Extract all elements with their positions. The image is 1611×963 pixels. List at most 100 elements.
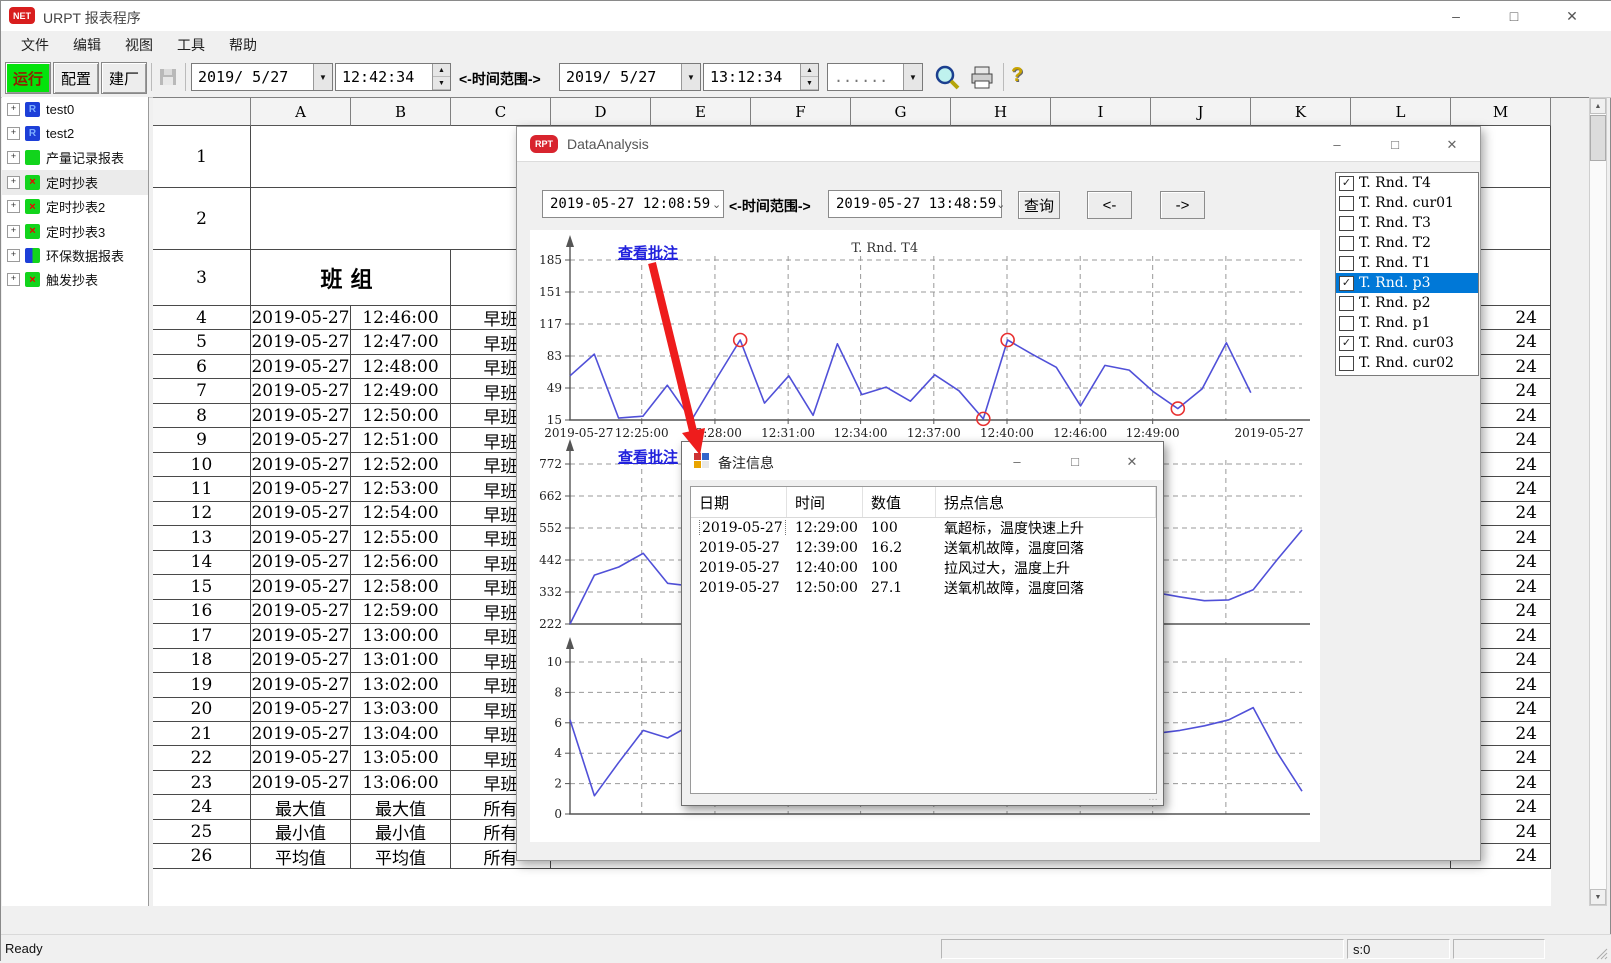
row-header-20[interactable]: 20 [153, 698, 251, 722]
time-cell[interactable]: 最小值 [351, 820, 451, 844]
close-icon[interactable]: ✕ [1432, 131, 1472, 158]
column-header-L[interactable]: L [1351, 98, 1451, 126]
row-header-13[interactable]: 13 [153, 526, 251, 550]
tree-expander-icon[interactable]: + [7, 225, 20, 238]
tree-item-test0[interactable]: +Rtest0 [2, 97, 148, 121]
column-header-G[interactable]: G [851, 98, 951, 126]
next-button[interactable]: -> [1160, 191, 1205, 219]
series-checkbox[interactable]: ✓ [1339, 276, 1354, 291]
remark-row[interactable]: 2019-05-2712:40:00100拉风过大，温度上升 [691, 558, 1156, 578]
time-cell[interactable]: 12:52:00 [351, 453, 451, 477]
spin-down-icon[interactable]: ▼ [801, 77, 818, 90]
row-header-2[interactable]: 2 [153, 188, 251, 250]
time-cell[interactable]: 13:01:00 [351, 649, 451, 673]
time-cell[interactable]: 12:47:00 [351, 330, 451, 354]
time-cell[interactable]: 13:04:00 [351, 722, 451, 746]
scroll-down-icon[interactable]: ▼ [1590, 889, 1606, 905]
date-cell[interactable]: 2019-05-27 [251, 306, 351, 330]
build-button[interactable]: 建厂 [101, 62, 147, 94]
row-header-19[interactable]: 19 [153, 673, 251, 697]
row-header-1[interactable]: 1 [153, 126, 251, 188]
query-button[interactable]: 查询 [1018, 191, 1060, 219]
column-header-I[interactable]: I [1051, 98, 1151, 126]
time-cell[interactable]: 12:49:00 [351, 379, 451, 403]
prev-button[interactable]: <- [1087, 191, 1132, 219]
date-cell[interactable]: 2019-05-27 [251, 600, 351, 624]
tree-item-环保数据报表[interactable]: +环保数据报表 [2, 243, 148, 267]
date-cell[interactable]: 2019-05-27 [251, 624, 351, 648]
tree-item-产量记录报表[interactable]: +产量记录报表 [2, 146, 148, 170]
menu-item-编辑[interactable]: 编辑 [61, 31, 113, 59]
row-header-4[interactable]: 4 [153, 306, 251, 330]
date-cell[interactable]: 最小值 [251, 820, 351, 844]
time-cell[interactable]: 12:51:00 [351, 428, 451, 452]
series-checkbox[interactable]: ✓ [1339, 176, 1354, 191]
series-checkbox[interactable] [1339, 196, 1354, 211]
date-cell[interactable]: 2019-05-27 [251, 698, 351, 722]
column-header[interactable]: 数值 [863, 487, 936, 517]
series-item-T-Rnd-p2[interactable]: T. Rnd. p2 [1336, 293, 1478, 313]
column-header-H[interactable]: H [951, 98, 1051, 126]
series-checkbox[interactable] [1339, 316, 1354, 331]
series-item-T-Rnd-cur02[interactable]: T. Rnd. cur02 [1336, 353, 1478, 373]
close-icon[interactable]: ✕ [1549, 1, 1595, 31]
close-icon[interactable]: ✕ [1112, 448, 1152, 475]
time-cell[interactable]: 13:06:00 [351, 771, 451, 795]
date-cell[interactable]: 2019-05-27 [251, 673, 351, 697]
row-header-10[interactable]: 10 [153, 453, 251, 477]
time-cell[interactable]: 12:46:00 [351, 306, 451, 330]
column-header-F[interactable]: F [751, 98, 851, 126]
menu-item-文件[interactable]: 文件 [9, 31, 61, 59]
column-header-D[interactable]: D [551, 98, 651, 126]
tree-expander-icon[interactable]: + [7, 249, 20, 262]
column-header-C[interactable]: C [451, 98, 551, 126]
series-checkbox[interactable] [1339, 296, 1354, 311]
series-checkbox[interactable] [1339, 256, 1354, 271]
tree-expander-icon[interactable]: + [7, 200, 20, 213]
row-header-22[interactable]: 22 [153, 746, 251, 770]
series-item-T-Rnd-p3[interactable]: ✓T. Rnd. p3 [1336, 273, 1478, 293]
series-item-T-Rnd-cur01[interactable]: T. Rnd. cur01 [1336, 193, 1478, 213]
menu-item-视图[interactable]: 视图 [113, 31, 165, 59]
column-header-B[interactable]: B [351, 98, 451, 126]
chevron-down-icon[interactable]: ⌄ [710, 198, 723, 211]
row-header-7[interactable]: 7 [153, 379, 251, 403]
tree-expander-icon[interactable]: + [7, 151, 20, 164]
row-header-8[interactable]: 8 [153, 404, 251, 428]
row-header-15[interactable]: 15 [153, 575, 251, 599]
resize-grip[interactable] [1595, 947, 1609, 961]
date-cell[interactable]: 2019-05-27 [251, 649, 351, 673]
date-cell[interactable]: 平均值 [251, 844, 351, 868]
date-cell[interactable]: 2019-05-27 [251, 575, 351, 599]
view-annotation-link-2[interactable]: 查看批注 [618, 446, 678, 467]
series-checkbox[interactable] [1339, 356, 1354, 371]
time-cell[interactable]: 12:48:00 [351, 355, 451, 379]
row-header-12[interactable]: 12 [153, 502, 251, 526]
time-cell[interactable]: 13:02:00 [351, 673, 451, 697]
date-cell[interactable]: 2019-05-27 [251, 453, 351, 477]
scroll-up-icon[interactable]: ▲ [1590, 98, 1606, 114]
date-cell[interactable]: 2019-05-27 [251, 330, 351, 354]
row-header-17[interactable]: 17 [153, 624, 251, 648]
date-cell[interactable]: 最大值 [251, 795, 351, 819]
view-annotation-link-1[interactable]: 查看批注 [618, 242, 678, 263]
time-cell[interactable]: 12:55:00 [351, 526, 451, 550]
time-cell[interactable]: 12:54:00 [351, 502, 451, 526]
minimize-icon[interactable]: – [997, 448, 1037, 475]
column-header-J[interactable]: J [1151, 98, 1251, 126]
column-header[interactable]: 拐点信息 [936, 487, 1156, 517]
remark-row[interactable]: 2019-05-2712:50:0027.1送氧机故障，温度回落 [691, 578, 1156, 598]
time-cell[interactable]: 13:00:00 [351, 624, 451, 648]
time-cell[interactable]: 12:58:00 [351, 575, 451, 599]
grid-corner-cell[interactable] [153, 98, 251, 126]
tree-item-定时抄表[interactable]: +×定时抄表 [2, 170, 148, 194]
date-cell[interactable]: 2019-05-27 [251, 526, 351, 550]
date-cell[interactable]: 2019-05-27 [251, 551, 351, 575]
date-cell[interactable]: 2019-05-27 [251, 746, 351, 770]
time-cell[interactable]: 最大值 [351, 795, 451, 819]
column-header[interactable]: 日期 [691, 487, 787, 517]
series-item-T-Rnd-cur03[interactable]: ✓T. Rnd. cur03 [1336, 333, 1478, 353]
date-cell[interactable]: 2019-05-27 [251, 771, 351, 795]
chevron-down-icon[interactable]: ⌄ [996, 198, 1005, 211]
series-item-T-Rnd-T1[interactable]: T. Rnd. T1 [1336, 253, 1478, 273]
